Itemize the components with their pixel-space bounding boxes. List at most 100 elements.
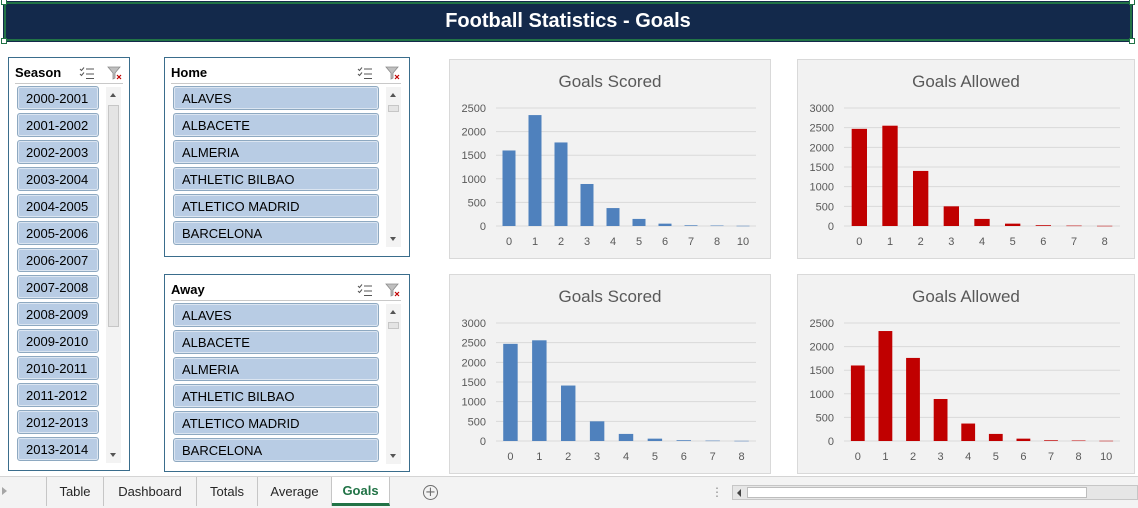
- goals-scored-chart[interactable]: Goals Scored 0 500 1000 1500 2000 2500 3000 0 1 2…: [449, 274, 771, 474]
- bar[interactable]: [1016, 438, 1031, 441]
- tab-goals[interactable]: Goals: [332, 477, 390, 506]
- scroll-down-icon[interactable]: [110, 453, 116, 457]
- bar[interactable]: [647, 438, 663, 441]
- bar[interactable]: [1066, 225, 1082, 227]
- multi-select-icon[interactable]: [357, 66, 373, 80]
- bar[interactable]: [988, 433, 1003, 441]
- clear-filter-icon[interactable]: [385, 283, 401, 297]
- bar[interactable]: [554, 142, 568, 226]
- bar[interactable]: [734, 440, 749, 442]
- bar[interactable]: [632, 218, 646, 226]
- slicer-item-season[interactable]: 2002-2003: [17, 140, 99, 164]
- bar[interactable]: [658, 223, 672, 226]
- slicer-scrollbar[interactable]: [106, 87, 121, 463]
- slicer-item-season[interactable]: 2003-2004: [17, 167, 99, 191]
- slicer-scrollbar[interactable]: [386, 304, 401, 464]
- slicer-item-season[interactable]: 2000-2001: [17, 86, 99, 110]
- tab-average[interactable]: Average: [258, 477, 332, 506]
- bar[interactable]: [589, 421, 605, 441]
- scroll-down-icon[interactable]: [390, 454, 396, 458]
- slicer-item-team[interactable]: ALBACETE: [173, 113, 379, 137]
- bar[interactable]: [1071, 440, 1086, 442]
- slicer-item-season[interactable]: 2001-2002: [17, 113, 99, 137]
- scroll-up-icon[interactable]: [390, 93, 396, 97]
- slicer-item-team[interactable]: ALMERIA: [173, 140, 379, 164]
- goals-allowed-chart[interactable]: Goals Allowed 0 500 1000 1500 2000 2500 0 1 2 3 4 5…: [797, 274, 1135, 474]
- away-slicer[interactable]: Away ALAVES ALBACETE ALMERIA ATHLETIC BI…: [164, 274, 410, 472]
- slicer-item-season[interactable]: 2012-2013: [17, 410, 99, 434]
- slicer-item-season[interactable]: 2007-2008: [17, 275, 99, 299]
- clear-filter-icon[interactable]: [107, 66, 123, 80]
- bar[interactable]: [1035, 225, 1051, 226]
- bar[interactable]: [684, 225, 698, 226]
- bar[interactable]: [580, 183, 594, 226]
- bar[interactable]: [710, 225, 724, 227]
- bar[interactable]: [618, 433, 634, 441]
- bar[interactable]: [676, 440, 691, 441]
- resize-handle[interactable]: [1, 0, 7, 5]
- scroll-down-icon[interactable]: [390, 237, 396, 241]
- horizontal-scrollbar[interactable]: [732, 485, 1138, 500]
- bar[interactable]: [974, 218, 990, 226]
- slicer-item-season[interactable]: 2009-2010: [17, 329, 99, 353]
- slicer-item-season[interactable]: 2005-2006: [17, 221, 99, 245]
- slicer-item-team[interactable]: ATHLETIC BILBAO: [173, 384, 379, 408]
- scroll-up-icon[interactable]: [390, 310, 396, 314]
- bar[interactable]: [705, 440, 720, 442]
- goals-scored-chart[interactable]: Goals Scored 0 500 1000 1500 2000 2500 0 1 2 3 4 5 6…: [449, 59, 771, 259]
- tab-table[interactable]: Table: [46, 477, 104, 506]
- multi-select-icon[interactable]: [79, 66, 95, 80]
- slicer-item-team[interactable]: BARCELONA: [173, 221, 379, 245]
- slicer-item-team[interactable]: ALMERIA: [173, 357, 379, 381]
- bar[interactable]: [528, 115, 542, 226]
- bar[interactable]: [736, 225, 750, 227]
- slicer-item-season[interactable]: 2004-2005: [17, 194, 99, 218]
- slicer-item-team[interactable]: ALAVES: [173, 86, 379, 110]
- scroll-thumb[interactable]: [388, 322, 399, 329]
- resize-handle[interactable]: [1, 38, 7, 44]
- slicer-item-team[interactable]: ATHLETIC BILBAO: [173, 167, 379, 191]
- slicer-item-team[interactable]: BARCELONA: [173, 438, 379, 462]
- slicer-item-team[interactable]: ATLETICO MADRID: [173, 194, 379, 218]
- bar[interactable]: [502, 150, 516, 226]
- bar[interactable]: [606, 208, 620, 226]
- add-sheet-icon[interactable]: +: [423, 485, 438, 500]
- resize-handle[interactable]: [1129, 0, 1135, 5]
- splitter-dots-icon[interactable]: ⋮: [711, 485, 723, 499]
- resize-handle[interactable]: [1129, 38, 1135, 44]
- slicer-scrollbar[interactable]: [386, 87, 401, 247]
- tab-scroll-icon[interactable]: [2, 487, 7, 495]
- scroll-up-icon[interactable]: [110, 93, 116, 97]
- multi-select-icon[interactable]: [357, 283, 373, 297]
- home-slicer[interactable]: Home ALAVES ALBACETE ALMERIA ATHLETIC BI…: [164, 57, 410, 257]
- slicer-item-team[interactable]: ALAVES: [173, 303, 379, 327]
- bar[interactable]: [943, 206, 959, 226]
- bar[interactable]: [878, 331, 893, 441]
- scroll-left-icon[interactable]: [737, 489, 741, 497]
- bar[interactable]: [1005, 223, 1021, 226]
- bar[interactable]: [882, 125, 898, 226]
- bar[interactable]: [850, 365, 865, 441]
- bar[interactable]: [913, 170, 929, 226]
- slicer-item-season[interactable]: 2008-2009: [17, 302, 99, 326]
- tab-totals[interactable]: Totals: [197, 477, 258, 506]
- title-banner[interactable]: Football Statistics - Goals: [1, 0, 1135, 44]
- bar[interactable]: [503, 343, 518, 441]
- scroll-thumb[interactable]: [108, 105, 119, 327]
- bar[interactable]: [1044, 440, 1058, 441]
- tab-dashboard[interactable]: Dashboard: [104, 477, 197, 506]
- slicer-item-team[interactable]: ALBACETE: [173, 330, 379, 354]
- scroll-thumb[interactable]: [747, 487, 1087, 498]
- slicer-item-season[interactable]: 2010-2011: [17, 356, 99, 380]
- bar[interactable]: [1097, 225, 1113, 227]
- goals-allowed-chart[interactable]: Goals Allowed 0 500 1000 1500 2000 2500 3000 0 1…: [797, 59, 1135, 259]
- slicer-item-season[interactable]: 2013-2014: [17, 437, 99, 461]
- slicer-item-season[interactable]: 2006-2007: [17, 248, 99, 272]
- slicer-item-season[interactable]: 2011-2012: [17, 383, 99, 407]
- slicer-item-team[interactable]: ATLETICO MADRID: [173, 411, 379, 435]
- bar[interactable]: [1099, 440, 1114, 442]
- bar[interactable]: [906, 357, 920, 441]
- season-slicer[interactable]: Season 2000-2001 2001-2002 2002-2003 200…: [8, 57, 130, 471]
- bar[interactable]: [933, 398, 948, 441]
- bar[interactable]: [532, 340, 547, 441]
